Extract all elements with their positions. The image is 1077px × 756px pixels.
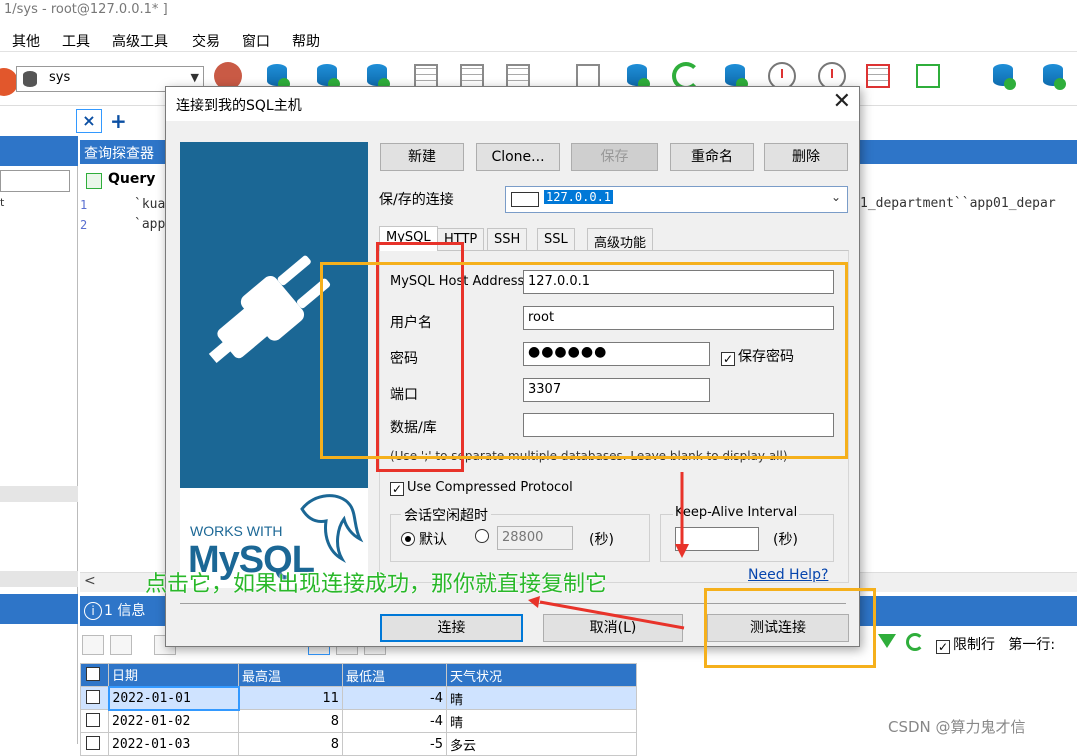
annotation-text: 点击它，如果出现连接成功，那你就直接复制它 xyxy=(145,572,608,597)
annotation-arrows xyxy=(528,472,689,630)
